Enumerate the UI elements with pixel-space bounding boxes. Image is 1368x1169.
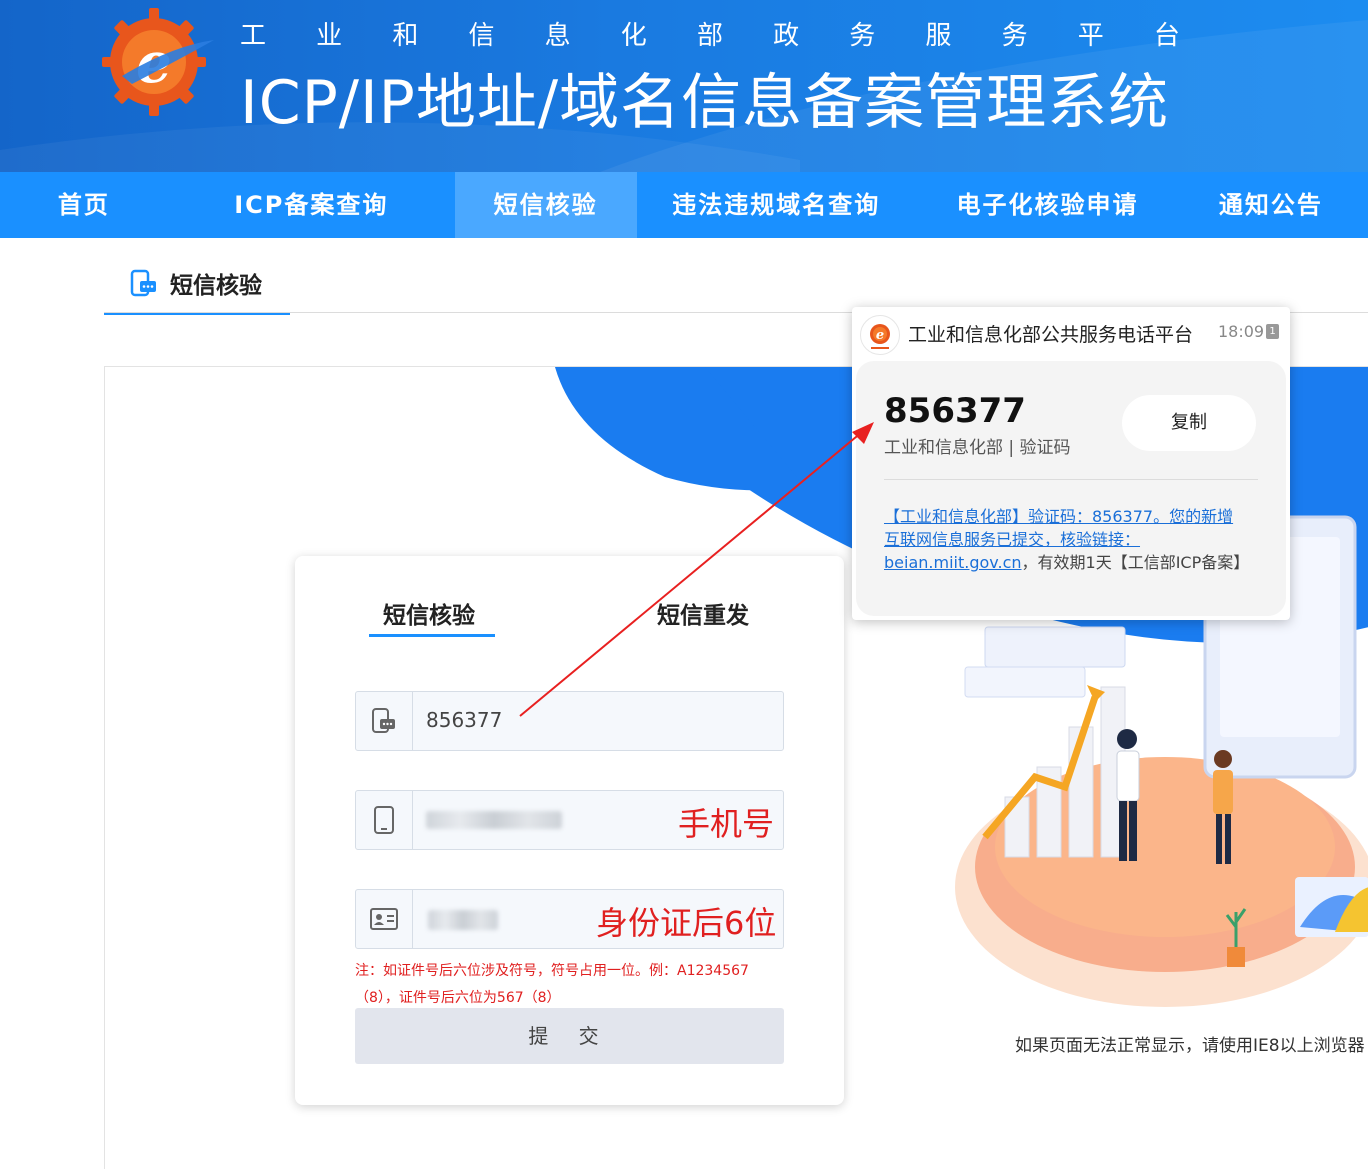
browser-compat-note: 如果页面无法正常显示，请使用IE8以上浏览器	[1015, 1036, 1365, 1056]
nav-icp-query[interactable]: ICP备案查询	[168, 172, 455, 238]
field-icon-wrap	[356, 791, 413, 849]
sms-code-label: 工业和信息化部 | 验证码	[884, 438, 1071, 458]
gov-char: 业	[316, 20, 343, 51]
gov-char: 政	[773, 20, 800, 51]
tab-active-indicator	[369, 634, 495, 637]
nav-home[interactable]: 首页	[0, 172, 168, 238]
section-title: 短信核验	[170, 273, 262, 299]
gov-char: 平	[1077, 20, 1104, 51]
sms-notification: e 工业和信息化部公共服务电话平台 18:09 1 856377 工业和信息化部…	[852, 307, 1290, 620]
mobile-phone-icon	[374, 806, 394, 834]
id-annotation: 身份证后6位	[596, 904, 777, 942]
phone-annotation: 手机号	[678, 805, 775, 843]
gov-char: 化	[620, 20, 647, 51]
section-header: 短信核验	[104, 254, 290, 315]
gov-char: 务	[849, 20, 876, 51]
nav-notices[interactable]: 通知公告	[1179, 172, 1368, 238]
nav-sms-verify[interactable]: 短信核验	[454, 172, 637, 238]
id-last6-field[interactable]: 身份证后6位	[355, 889, 784, 949]
submit-button[interactable]: 提 交	[355, 1008, 784, 1064]
svg-text:e: e	[876, 328, 884, 343]
gov-char: 信	[468, 20, 495, 51]
sms-verify-url[interactable]: beian.miit.gov.cn	[884, 553, 1022, 572]
sms-code: 856377	[884, 391, 1026, 431]
sms-divider	[884, 479, 1258, 480]
header-banner: e 工 业 和 信 息 化 部 政 务 服 务 平 台 ICP/IP地址/域名信…	[0, 0, 1368, 172]
field-icon-wrap	[356, 692, 413, 750]
sms-message: 【工业和信息化部】验证码：856377。您的新增互联网信息服务已提交，核验链接：…	[884, 505, 1249, 574]
sms-sender: 工业和信息化部公共服务电话平台	[908, 324, 1194, 346]
sms-code-icon	[372, 708, 395, 733]
gov-char: 工	[240, 20, 267, 51]
gov-char: 务	[1001, 20, 1028, 51]
system-title: ICP/IP地址/域名信息备案管理系统	[240, 68, 1170, 138]
id-card-icon	[370, 908, 398, 930]
sim-badge: 1	[1266, 324, 1279, 339]
field-icon-wrap	[356, 890, 413, 948]
gov-platform-subtitle: 工 业 和 信 息 化 部 政 务 服 务 平 台	[240, 14, 1180, 52]
phone-field[interactable]: 手机号	[355, 790, 784, 850]
main-nav: 首页 ICP备案查询 短信核验 违法违规域名查询 电子化核验申请 通知公告	[0, 172, 1368, 238]
nav-electronic-verify[interactable]: 电子化核验申请	[916, 172, 1179, 238]
id-format-hint: 注：如证件号后六位涉及符号，符号占用一位。例：A1234567（8），证件号后六…	[355, 963, 749, 1006]
copy-code-button[interactable]: 复制	[1122, 395, 1256, 451]
gov-char: 息	[544, 20, 571, 51]
sms-verify-card: 短信核验 短信重发 856377 手机号 身份证后6位 注：如证件号后六位涉及符…	[295, 556, 844, 1105]
gov-char: 台	[1153, 20, 1180, 51]
sms-phone-icon	[130, 269, 156, 297]
sms-time: 18:09	[1218, 322, 1265, 341]
verification-code-value: 856377	[426, 708, 503, 732]
redacted-id-digits	[428, 910, 498, 930]
sms-bubble: 856377 工业和信息化部 | 验证码 复制 【工业和信息化部】验证码：856…	[856, 361, 1286, 616]
gov-char: 服	[925, 20, 952, 51]
sender-avatar-icon: e	[860, 315, 900, 355]
sms-message-rest: ，有效期1天【工信部ICP备案】	[1021, 553, 1250, 572]
miit-logo: e	[102, 8, 214, 116]
sms-message-link[interactable]: 【工业和信息化部】验证码：856377。您的新增互联网信息服务已提交，核验链接：	[884, 507, 1233, 549]
nav-illegal-domain-query[interactable]: 违法违规域名查询	[637, 172, 917, 238]
tab-sms-verify[interactable]: 短信核验	[383, 596, 475, 630]
gov-char: 和	[392, 20, 419, 51]
redacted-phone-number	[426, 811, 562, 829]
gov-char: 部	[696, 20, 723, 51]
tab-sms-resend[interactable]: 短信重发	[657, 596, 749, 630]
verification-code-field[interactable]: 856377	[355, 691, 784, 751]
